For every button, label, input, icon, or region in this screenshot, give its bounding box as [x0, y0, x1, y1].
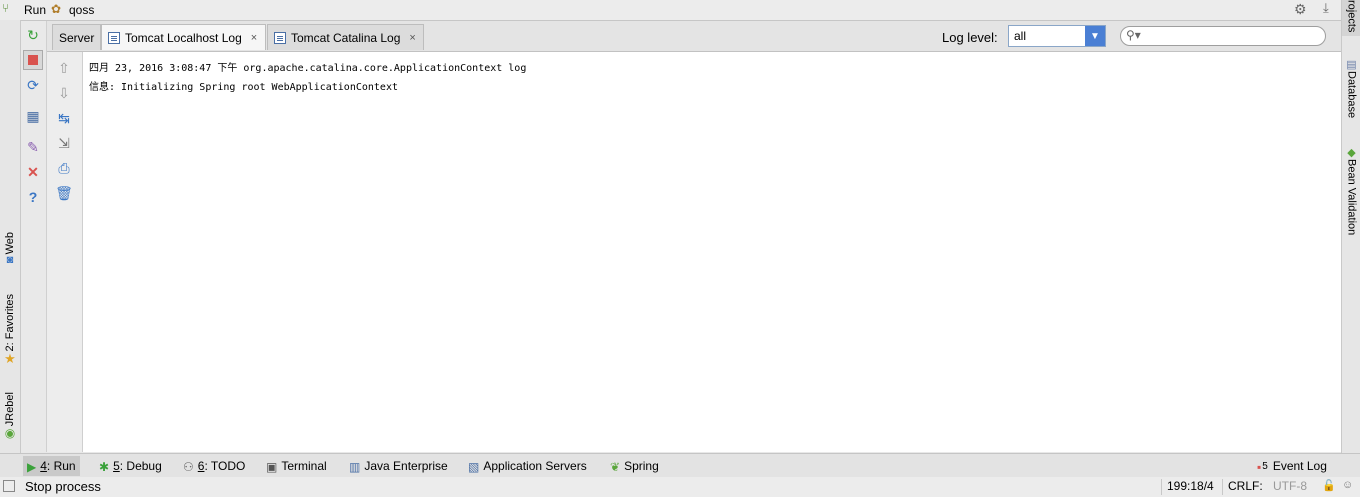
clear-all-icon[interactable]: 🗑 [54, 183, 74, 203]
run-icon: ⑂ [2, 1, 10, 15]
search-icon: ⚲▾ [1126, 28, 1141, 42]
status-divider [1222, 479, 1223, 495]
run-toolbar: ↻ ⟳ ▦ ✎ ✕ ? [21, 21, 47, 452]
print-icon[interactable]: ⎙ [54, 158, 74, 178]
inspector-icon[interactable]: ☺ [1342, 479, 1353, 491]
tool-tab-event-log[interactable]: ▪ 5 Event Log [1257, 458, 1327, 474]
stop-button[interactable] [23, 50, 43, 70]
tab-tomcat-catalina-log[interactable]: Tomcat Catalina Log × [267, 24, 424, 50]
update-resources-icon[interactable]: ⟳ [23, 75, 43, 95]
star-icon: ★ [4, 351, 16, 367]
close-tab-icon[interactable]: × [251, 32, 257, 44]
log-line: 信息: Initializing Spring root WebApplicat… [89, 82, 398, 93]
stripe-tab-web[interactable]: Web ◙ [0, 232, 20, 266]
pin-icon[interactable]: ✎ [23, 137, 43, 157]
scroll-to-end-icon[interactable]: ⇲ [54, 133, 74, 153]
stripe-tab-bean-validation[interactable]: ◆ Bean Validation [1342, 146, 1360, 235]
caret-position[interactable]: 199:18/4 [1167, 479, 1214, 493]
bean-validation-icon: ◆ [1347, 147, 1356, 159]
chevron-down-icon: ▼ [1085, 26, 1105, 46]
database-icon: ▤ [1346, 59, 1357, 71]
spring-leaf-icon: ❦ [610, 460, 621, 474]
status-message: Stop process [25, 479, 101, 494]
web-icon: ◙ [6, 254, 14, 267]
server-icon: ▧ [468, 460, 480, 474]
jrebel-icon: ◉ [4, 426, 16, 441]
down-arrow-icon[interactable]: ⇩ [54, 83, 74, 103]
stripe-tab-database[interactable]: ▤ Database [1342, 58, 1360, 118]
help-icon[interactable]: ? [23, 187, 43, 207]
java-enterprise-icon: ▥ [349, 460, 361, 474]
rerun-icon[interactable]: ↻ [23, 25, 43, 45]
stripe-tab-favorites[interactable]: 2: Favorites ★ [0, 294, 20, 367]
hide-icon[interactable]: ⤓ [1323, 0, 1329, 16]
layout-icon[interactable]: ▦ [23, 106, 43, 126]
bottom-tool-bar: ▶ 4: Run ✱ 5: Debug ⚇ 6: TODO ▣ Terminal… [0, 453, 1360, 478]
tool-tab-spring[interactable]: ❦ Spring [610, 458, 659, 474]
tab-server[interactable]: Server [52, 24, 101, 50]
console-toolbar: ⇧ ⇩ ↹ ⇲ ⎙ 🗑 [47, 52, 83, 452]
log-file-icon [274, 31, 286, 44]
log-level-select[interactable]: all ▼ [1008, 25, 1106, 47]
tool-tab-run[interactable]: ▶ 4: Run [23, 456, 80, 476]
log-line: 四月 23, 2016 3:08:47 下午 org.apache.catali… [89, 63, 527, 74]
terminal-icon: ▣ [266, 460, 278, 474]
tool-tab-debug[interactable]: ✱ 5: Debug [99, 458, 162, 474]
right-tool-stripe: rojects ▤ Database ◆ Bean Validation [1341, 0, 1360, 453]
run-icon: ▶ [27, 460, 37, 474]
tool-tab-terminal[interactable]: ▣ Terminal [266, 458, 327, 474]
stripe-tab-projects[interactable]: rojects [1342, 0, 1360, 36]
status-bar: Stop process 199:18/4 CRLF: UTF-8 🔓 ☺ [0, 477, 1360, 497]
tool-tab-java-enterprise[interactable]: ▥ Java Enterprise [349, 458, 448, 474]
status-divider [1161, 479, 1162, 495]
event-log-icon: ▪ [1257, 460, 1262, 474]
tool-tab-application-servers[interactable]: ▧ Application Servers [468, 458, 587, 474]
lock-icon[interactable]: 🔓 [1322, 479, 1336, 492]
console-output[interactable]: 四月 23, 2016 3:08:47 下午 org.apache.catali… [83, 52, 1341, 452]
tool-windows-toggle-icon[interactable] [3, 480, 15, 492]
stop-icon [28, 55, 38, 65]
search-input[interactable]: ⚲▾ [1120, 26, 1326, 46]
event-log-badge: 5 [1262, 460, 1268, 472]
soft-wrap-icon[interactable]: ↹ [54, 108, 74, 128]
tool-tab-todo[interactable]: ⚇ 6: TODO [183, 458, 245, 474]
up-arrow-icon[interactable]: ⇧ [54, 58, 74, 78]
bug-icon: ✱ [99, 460, 110, 474]
left-tool-stripe: Web ◙ 2: Favorites ★ JRebel ◉ [0, 20, 21, 453]
run-title: Run [24, 3, 47, 17]
close-tab-icon[interactable]: × [409, 32, 415, 44]
tab-tomcat-localhost-log[interactable]: Tomcat Localhost Log × [101, 24, 266, 50]
stripe-tab-jrebel[interactable]: JRebel ◉ [0, 392, 20, 440]
run-config-name: qoss [69, 3, 95, 17]
run-tool-window-header: ⑂ Run ✿ qoss ⚙ ⤓ [0, 0, 1360, 21]
line-separator[interactable]: CRLF: [1228, 479, 1263, 493]
gear-icon[interactable]: ⚙ [1294, 1, 1307, 18]
file-encoding[interactable]: UTF-8 [1273, 479, 1307, 493]
todo-icon: ⚇ [183, 460, 194, 474]
log-file-icon [108, 31, 120, 44]
close-icon[interactable]: ✕ [23, 162, 43, 182]
log-level-label: Log level: [942, 30, 998, 45]
tomcat-icon: ✿ [51, 2, 62, 16]
